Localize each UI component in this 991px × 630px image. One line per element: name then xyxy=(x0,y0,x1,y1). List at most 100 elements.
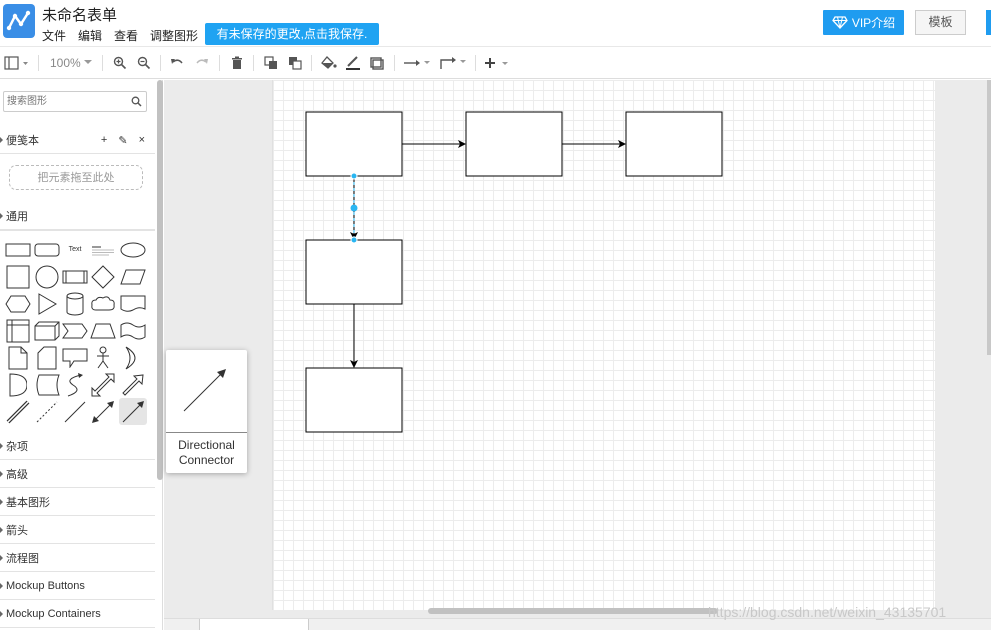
cube-shape[interactable] xyxy=(33,317,61,344)
square-shape[interactable] xyxy=(4,263,32,290)
undo-button[interactable] xyxy=(168,53,186,73)
cylinder-shape[interactable] xyxy=(61,290,89,317)
document-title[interactable]: 未命名表单 xyxy=(42,4,117,25)
search-input[interactable] xyxy=(7,94,125,109)
arrow-shape[interactable] xyxy=(119,371,147,398)
directional-connector-shape[interactable] xyxy=(119,398,147,425)
canvas-area[interactable] xyxy=(164,80,991,618)
process-box-1[interactable] xyxy=(305,111,403,177)
selection-handle-end[interactable] xyxy=(350,236,358,244)
circle-shape[interactable] xyxy=(33,263,61,290)
search-icon[interactable] xyxy=(131,96,142,107)
section-misc[interactable]: 杂项 xyxy=(0,432,155,460)
selection-handle-start[interactable] xyxy=(350,172,358,180)
to-back-icon xyxy=(289,57,302,70)
menu-file[interactable]: 文件 xyxy=(42,27,66,44)
bidirectional-arrow-shape[interactable] xyxy=(89,371,117,398)
menu-arrange[interactable]: 调整图形 xyxy=(150,27,198,44)
section-label: 高级 xyxy=(6,468,28,481)
section-arrows[interactable]: 箭头 xyxy=(0,516,155,544)
menu-view[interactable]: 查看 xyxy=(114,27,138,44)
scratchpad-drop-zone[interactable]: 把元素拖至此处 xyxy=(9,165,143,190)
fill-color-button[interactable] xyxy=(320,53,338,73)
link-shape[interactable] xyxy=(4,398,32,425)
close-icon[interactable]: × xyxy=(139,134,145,147)
delay-shape[interactable] xyxy=(4,371,32,398)
data-storage-shape[interactable] xyxy=(33,371,61,398)
process-box-5[interactable] xyxy=(305,367,403,433)
bidirectional-connector-shape[interactable] xyxy=(89,398,117,425)
plus-icon[interactable]: + xyxy=(101,134,107,147)
curve-shape[interactable] xyxy=(61,371,89,398)
edit-icon[interactable]: ✎ xyxy=(118,134,127,147)
delete-button[interactable] xyxy=(228,53,246,73)
note-shape[interactable] xyxy=(4,344,32,371)
vip-button[interactable]: VIP介绍 xyxy=(823,10,904,35)
zoom-in-button[interactable] xyxy=(111,53,129,73)
parallelogram-shape[interactable] xyxy=(119,263,147,290)
share-button-edge[interactable] xyxy=(986,10,991,35)
tape-shape[interactable] xyxy=(119,317,147,344)
hexagon-shape[interactable] xyxy=(4,290,32,317)
vertical-scrollbar[interactable] xyxy=(987,80,991,355)
process-box-4[interactable] xyxy=(305,239,403,305)
section-advanced[interactable]: 高级 xyxy=(0,460,155,488)
section-mockup-containers[interactable]: Mockup Containers xyxy=(0,600,155,628)
step-shape[interactable] xyxy=(61,317,89,344)
redo-button[interactable] xyxy=(193,53,211,73)
caret-icon xyxy=(0,471,3,477)
format-panel-toggle[interactable] xyxy=(3,53,31,73)
textbox-shape[interactable] xyxy=(89,236,117,263)
rounded-rectangle-shape[interactable] xyxy=(33,236,61,263)
trapezoid-shape[interactable] xyxy=(89,317,117,344)
cloud-shape[interactable] xyxy=(89,290,117,317)
chevron-down-icon[interactable] xyxy=(84,60,92,65)
section-mockup-buttons[interactable]: Mockup Buttons xyxy=(0,572,155,600)
shadow-button[interactable] xyxy=(368,53,386,73)
waypoints-button[interactable] xyxy=(438,53,468,73)
panel-icon xyxy=(4,56,28,70)
ellipse-shape[interactable] xyxy=(119,236,147,263)
section-label: 流程图 xyxy=(6,552,39,565)
zoom-level[interactable]: 100% xyxy=(50,56,81,70)
document-shape[interactable] xyxy=(119,290,147,317)
page-tab[interactable] xyxy=(199,619,309,630)
unsaved-changes-button[interactable]: 有未保存的更改,点击我保存. xyxy=(205,23,379,45)
to-front-button[interactable] xyxy=(262,53,280,73)
actor-shape[interactable] xyxy=(89,344,117,371)
or-shape[interactable] xyxy=(119,344,147,371)
triangle-shape[interactable] xyxy=(33,290,61,317)
selection-handle-mid[interactable] xyxy=(350,204,358,212)
app-logo[interactable] xyxy=(3,4,35,38)
zoom-out-button[interactable] xyxy=(135,53,153,73)
plus-icon xyxy=(485,58,508,68)
line-color-button[interactable] xyxy=(344,53,362,73)
shape-tooltip: Directional Connector xyxy=(166,350,247,473)
card-shape[interactable] xyxy=(33,344,61,371)
caret-icon xyxy=(0,137,3,143)
text-shape[interactable]: Text xyxy=(61,236,89,263)
process-box-3[interactable] xyxy=(625,111,723,177)
connection-style-button[interactable] xyxy=(402,53,432,73)
internal-storage-shape[interactable] xyxy=(4,317,32,344)
menu-edit[interactable]: 编辑 xyxy=(78,27,102,44)
process-shape[interactable] xyxy=(61,263,89,290)
header: 未命名表单 文件 编辑 查看 调整图形 有未保存的更改,点击我保存. VIP介绍… xyxy=(0,0,991,46)
rectangle-shape[interactable] xyxy=(4,236,32,263)
section-general[interactable]: 通用 xyxy=(0,202,155,230)
template-button[interactable]: 模板 xyxy=(915,10,966,35)
callout-shape[interactable] xyxy=(61,344,89,371)
horizontal-scrollbar[interactable] xyxy=(428,608,718,614)
process-box-2[interactable] xyxy=(465,111,563,177)
section-basic-shapes[interactable]: 基本图形 xyxy=(0,488,155,516)
line-shape[interactable] xyxy=(61,398,89,425)
diagram-page[interactable] xyxy=(272,80,935,610)
sidebar-scrollbar[interactable] xyxy=(157,80,163,480)
menu-bar: 文件 编辑 查看 调整图形 xyxy=(42,27,198,44)
section-scratchpad[interactable]: 便笺本 + ✎ × xyxy=(0,126,155,154)
dashed-line-shape[interactable] xyxy=(33,398,61,425)
to-back-button[interactable] xyxy=(286,53,304,73)
diamond-shape[interactable] xyxy=(89,263,117,290)
insert-button[interactable] xyxy=(483,53,511,73)
section-flowchart[interactable]: 流程图 xyxy=(0,544,155,572)
